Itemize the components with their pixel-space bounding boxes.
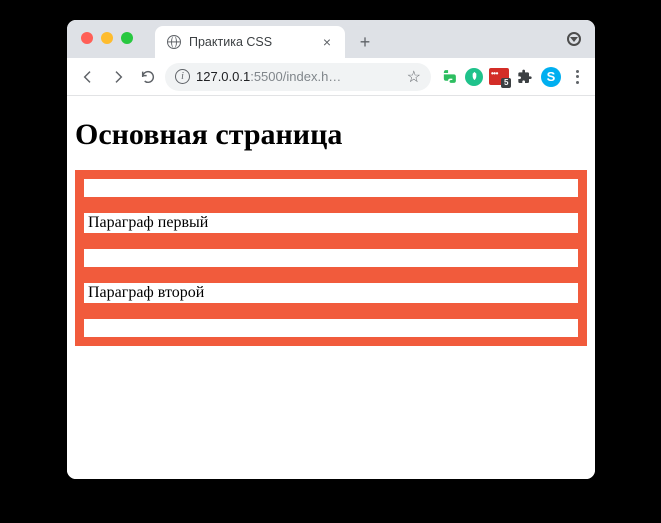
- tab-title: Практика CSS: [189, 35, 311, 49]
- paragraph-2: Параграф второй: [84, 283, 578, 303]
- extensions-menu-icon[interactable]: [515, 67, 535, 87]
- browser-window: Практика CSS × + i 127.0.0.1:5500/index.…: [67, 20, 595, 479]
- page-heading: Основная страница: [75, 118, 587, 152]
- spacer-row: [84, 319, 578, 337]
- fullscreen-window-button[interactable]: [121, 32, 133, 44]
- reload-button[interactable]: [135, 64, 161, 90]
- lastpass-extension-icon[interactable]: •••: [489, 68, 509, 85]
- window-controls: [81, 32, 133, 44]
- tab-search-button[interactable]: [567, 32, 581, 46]
- minimize-window-button[interactable]: [101, 32, 113, 44]
- url-text: 127.0.0.1:5500/index.h…: [196, 69, 401, 84]
- site-info-icon[interactable]: i: [175, 69, 190, 84]
- adblock-extension-icon[interactable]: [465, 68, 483, 86]
- skype-extension-icon[interactable]: S: [541, 67, 561, 87]
- paragraph-1: Параграф первый: [84, 213, 578, 233]
- globe-icon: [167, 35, 181, 49]
- browser-toolbar: i 127.0.0.1:5500/index.h… ☆ ••• S: [67, 58, 595, 96]
- browser-tab[interactable]: Практика CSS ×: [155, 26, 345, 58]
- spacer-row: [84, 179, 578, 197]
- new-tab-button[interactable]: +: [351, 28, 379, 56]
- spacer-row: [84, 249, 578, 267]
- bookmark-star-icon[interactable]: ☆: [407, 67, 421, 87]
- close-window-button[interactable]: [81, 32, 93, 44]
- tab-strip: Практика CSS × +: [67, 20, 595, 58]
- forward-button[interactable]: [105, 64, 131, 90]
- browser-menu-button[interactable]: [567, 67, 587, 87]
- evernote-extension-icon[interactable]: [439, 67, 459, 87]
- content-box: Параграф первый Параграф второй: [75, 170, 587, 346]
- close-tab-button[interactable]: ×: [319, 35, 335, 49]
- extensions-area: ••• S: [435, 67, 587, 87]
- address-bar[interactable]: i 127.0.0.1:5500/index.h… ☆: [165, 63, 431, 91]
- back-button[interactable]: [75, 64, 101, 90]
- page-viewport: Основная страница Параграф первый Парагр…: [67, 96, 595, 479]
